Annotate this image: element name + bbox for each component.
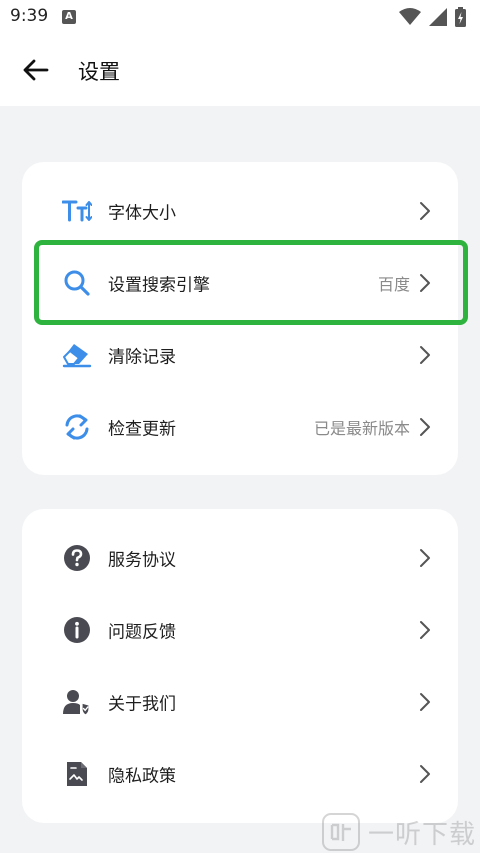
chevron-right-icon: [420, 549, 430, 567]
search-engine-row[interactable]: 设置搜索引擎 百度: [22, 247, 458, 319]
service-agreement-row[interactable]: 服务协议: [22, 522, 458, 594]
status-time: 9:39: [10, 6, 49, 26]
font-size-row[interactable]: 字体大小: [22, 175, 458, 247]
search-engine-label: 设置搜索引擎: [108, 275, 210, 296]
privacy-policy-row[interactable]: 隐私政策: [22, 738, 458, 810]
chevron-right-icon: [420, 765, 430, 783]
search-engine-value: 百度: [377, 275, 410, 294]
info-icon: [62, 615, 92, 645]
font-size-label: 字体大小: [108, 203, 176, 224]
clear-history-row[interactable]: 清除记录: [22, 319, 458, 391]
wifi-icon: [399, 8, 421, 25]
service-agreement-label: 服务协议: [108, 550, 176, 571]
chevron-right-icon: [420, 202, 430, 220]
settings-card-general: 字体大小 设置搜索引擎 百度 清除记录 检查更新 已是最新版本: [22, 162, 458, 475]
eraser-icon: [62, 340, 92, 370]
notification-icon: A: [62, 10, 76, 24]
clear-history-label: 清除记录: [108, 347, 176, 368]
document-icon: [62, 759, 92, 789]
chevron-right-icon: [420, 621, 430, 639]
chevron-right-icon: [420, 346, 430, 364]
settings-card-about: 服务协议 问题反馈 关于我们 隐私政策: [22, 509, 458, 823]
question-icon: [62, 543, 92, 573]
page-title: 设置: [78, 60, 120, 84]
privacy-policy-label: 隐私政策: [108, 766, 176, 787]
feedback-label: 问题反馈: [108, 622, 176, 643]
user-shield-icon: [62, 687, 92, 717]
signal-icon: [429, 8, 447, 26]
about-us-row[interactable]: 关于我们: [22, 666, 458, 738]
chevron-right-icon: [420, 274, 430, 292]
battery-icon: [455, 7, 466, 27]
watermark: 一听下载: [321, 813, 476, 851]
check-update-label: 检查更新: [108, 419, 176, 440]
chevron-right-icon: [420, 418, 430, 436]
status-icons: [399, 7, 466, 27]
app-header: 设置: [0, 34, 480, 106]
back-button[interactable]: [20, 54, 52, 86]
arrow-left-icon: [23, 59, 49, 81]
watermark-logo-icon: [321, 813, 360, 851]
status-bar: 9:39 A: [0, 0, 480, 34]
check-update-value: 已是最新版本: [313, 419, 410, 438]
search-icon: [62, 268, 92, 298]
font-size-icon: [62, 196, 92, 226]
chevron-right-icon: [420, 693, 430, 711]
refresh-icon: [62, 412, 92, 442]
about-us-label: 关于我们: [108, 694, 176, 715]
watermark-text: 一听下载: [367, 819, 476, 850]
check-update-row[interactable]: 检查更新 已是最新版本: [22, 391, 458, 463]
feedback-row[interactable]: 问题反馈: [22, 594, 458, 666]
